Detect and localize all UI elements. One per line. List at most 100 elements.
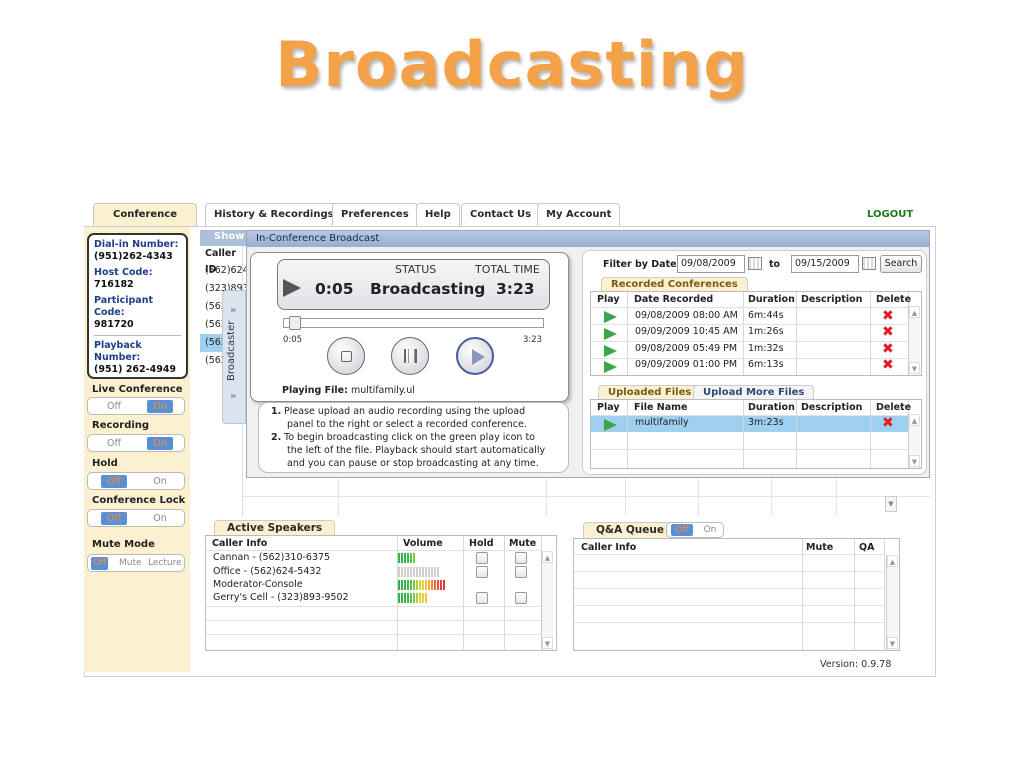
toggle-off[interactable]: Off	[101, 437, 127, 450]
live-conference-label: Live Conference	[92, 384, 183, 395]
toggle-off[interactable]: Off	[101, 400, 127, 413]
tab-active-speakers[interactable]: Active Speakers	[214, 520, 336, 536]
recording-duration: 6m:13s	[748, 359, 784, 370]
logout-link[interactable]: LOGOUT	[867, 209, 913, 220]
scroll-down-arrow[interactable]: ▼	[542, 637, 553, 649]
mute-mode-lecture[interactable]: Lecture	[148, 557, 182, 570]
volume-bar	[404, 567, 406, 577]
scrollbar[interactable]: ▲ ▼	[908, 414, 920, 468]
toggle-off[interactable]: Off	[671, 524, 693, 536]
delete-icon[interactable]: ✖	[882, 309, 894, 323]
progress-slider[interactable]	[283, 316, 544, 330]
mute-mode-selector[interactable]: Off Mute Lecture	[87, 554, 185, 572]
mute-checkbox[interactable]	[515, 566, 527, 578]
play-file-icon[interactable]	[604, 419, 617, 431]
tab-preferences[interactable]: Preferences	[332, 203, 418, 227]
delete-icon[interactable]: ✖	[882, 358, 894, 372]
toggle-on[interactable]: On	[147, 400, 173, 413]
from-date-field[interactable]: 09/08/2009	[677, 255, 745, 273]
mute-mode-mute[interactable]: Mute	[119, 557, 142, 570]
qa-queue-toggle[interactable]: Off On	[666, 522, 724, 538]
participant-code-label: Participant Code:	[94, 295, 154, 318]
step-number: 1.	[271, 406, 282, 417]
hold-checkbox[interactable]	[476, 566, 488, 578]
volume-bar	[434, 580, 436, 590]
tab-recorded-conferences[interactable]: Recorded Conferences	[601, 277, 748, 292]
volume-bar	[437, 580, 439, 590]
calendar-icon[interactable]	[862, 257, 876, 270]
scroll-up-arrow[interactable]: ▲	[542, 551, 553, 563]
mute-mode-off[interactable]: Off	[91, 557, 108, 570]
volume-bar	[410, 580, 412, 590]
tab-qa-queue[interactable]: Q&A Queue	[583, 522, 677, 538]
play-recording-icon[interactable]	[604, 311, 617, 323]
conference-lock-toggle[interactable]: Off On	[87, 509, 185, 527]
volume-bar	[413, 593, 415, 603]
volume-bar	[422, 593, 424, 603]
column-header: Play	[597, 402, 620, 413]
scrollbar[interactable]: ▲ ▼	[541, 551, 553, 650]
play-recording-icon[interactable]	[604, 328, 617, 340]
player-display: STATUS TOTAL TIME 0:05 Broadcasting 3:23	[277, 259, 550, 310]
pause-icon	[404, 349, 417, 363]
expand-arrows-icon: »	[230, 305, 237, 316]
tab-contact-us[interactable]: Contact Us	[461, 203, 541, 227]
tab-my-account[interactable]: My Account	[537, 203, 621, 227]
scroll-down-arrow[interactable]: ▼	[909, 455, 920, 467]
mute-checkbox[interactable]	[515, 592, 527, 604]
recording-date: 09/09/2009 10:45 AM	[635, 326, 738, 337]
toggle-on[interactable]: On	[699, 524, 721, 536]
volume-bar	[407, 553, 409, 563]
broadcaster-side-tab[interactable]: » Broadcaster »	[222, 290, 246, 424]
delete-icon[interactable]: ✖	[882, 325, 894, 339]
stop-button[interactable]	[327, 337, 365, 375]
instruction-text: Please upload an audio recording using t…	[284, 406, 526, 417]
volume-bar	[413, 553, 415, 563]
step-number: 2.	[271, 432, 282, 443]
scroll-down-arrow[interactable]: ▼	[887, 637, 898, 649]
column-header: File Name	[634, 402, 688, 413]
play-button[interactable]	[456, 337, 494, 375]
hold-checkbox[interactable]	[476, 592, 488, 604]
recording-toggle[interactable]: Off On	[87, 434, 185, 452]
scroll-down-arrow[interactable]: ▼	[885, 496, 897, 512]
filter-label: Filter by Date:	[603, 259, 681, 270]
toggle-off[interactable]: Off	[101, 475, 127, 488]
scroll-up-arrow[interactable]: ▲	[887, 555, 898, 567]
tab-history-recordings[interactable]: History & Recordings	[205, 203, 343, 227]
mute-checkbox[interactable]	[515, 552, 527, 564]
search-button[interactable]: Search	[880, 255, 922, 273]
toggle-on[interactable]: On	[147, 475, 173, 488]
volume-meter	[398, 553, 415, 563]
tab-upload-more-files[interactable]: Upload More Files	[693, 385, 815, 400]
show-tab[interactable]: Show	[214, 231, 244, 242]
hold-toggle[interactable]: Off On	[87, 472, 185, 490]
table-row[interactable]: (562)624	[200, 262, 249, 280]
play-recording-icon[interactable]	[604, 361, 617, 373]
broadcast-status: Broadcasting	[370, 280, 486, 298]
tab-uploaded-files[interactable]: Uploaded Files	[598, 385, 702, 400]
hold-checkbox[interactable]	[476, 552, 488, 564]
scroll-up-arrow[interactable]: ▲	[909, 414, 920, 426]
live-conference-toggle[interactable]: Off On	[87, 397, 185, 415]
calendar-icon[interactable]	[748, 257, 762, 270]
to-date-field[interactable]: 09/15/2009	[791, 255, 859, 273]
toggle-off[interactable]: Off	[101, 512, 127, 525]
pause-button[interactable]	[391, 337, 429, 375]
delete-icon[interactable]: ✖	[882, 416, 894, 430]
divider	[94, 335, 181, 336]
scroll-down-arrow[interactable]: ▼	[909, 362, 920, 374]
scrollbar[interactable]: ▲ ▼	[908, 306, 920, 375]
scroll-up-arrow[interactable]: ▲	[909, 306, 920, 318]
toggle-on[interactable]: On	[147, 437, 173, 450]
volume-bar	[410, 567, 412, 577]
tab-help[interactable]: Help	[416, 203, 460, 227]
play-recording-icon[interactable]	[604, 345, 617, 357]
scrollbar[interactable]: ▲ ▼	[886, 555, 898, 650]
progress-handle[interactable]	[289, 316, 301, 330]
toggle-on[interactable]: On	[147, 512, 173, 525]
speaker-caller: Moderator-Console	[213, 579, 303, 590]
delete-icon[interactable]: ✖	[882, 342, 894, 356]
volume-bar	[413, 580, 415, 590]
tab-conference-view[interactable]: Conference View	[93, 203, 197, 242]
